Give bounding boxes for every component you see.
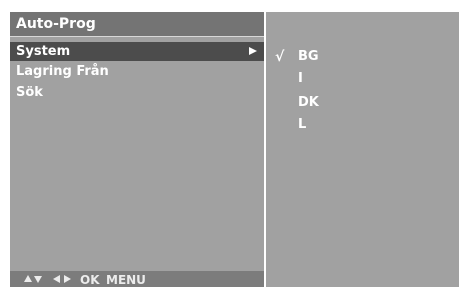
system-option-label: I	[298, 71, 303, 86]
menu-item-sok[interactable]: Sök	[10, 83, 264, 102]
ok-hint: OK	[80, 273, 100, 287]
right-arrow-icon	[64, 275, 71, 283]
system-option-dk[interactable]: DK	[266, 93, 459, 113]
down-arrow-icon	[34, 276, 42, 283]
system-option-label: BG	[298, 49, 319, 64]
main-menu-panel: Auto-Prog System Lagring Från Sök OK MEN…	[10, 12, 264, 287]
system-option-l[interactable]: L	[266, 115, 459, 135]
checkmark-icon: √	[275, 49, 285, 65]
system-option-label: DK	[298, 95, 319, 110]
menu-item-label: Sök	[16, 85, 43, 100]
system-option-bg[interactable]: √ BG	[266, 47, 459, 67]
navigation-hint-bar: OK MENU	[10, 271, 264, 287]
system-option-i[interactable]: I	[266, 69, 459, 89]
menu-title-bar: Auto-Prog	[10, 12, 264, 37]
up-arrow-icon	[24, 275, 32, 282]
menu-item-system[interactable]: System	[10, 42, 264, 61]
menu-item-lagring-fran[interactable]: Lagring Från	[10, 62, 264, 81]
menu-item-label: Lagring Från	[16, 64, 109, 79]
system-option-label: L	[298, 117, 307, 132]
menu-item-label: System	[16, 44, 71, 59]
auto-prog-osd: Auto-Prog System Lagring Från Sök OK MEN…	[0, 0, 459, 287]
menu-title: Auto-Prog	[16, 16, 96, 32]
menu-hint: MENU	[106, 273, 146, 287]
system-submenu-panel: √ BG I DK L	[266, 12, 459, 287]
submenu-arrow-icon	[249, 47, 257, 55]
left-arrow-icon	[53, 275, 60, 283]
